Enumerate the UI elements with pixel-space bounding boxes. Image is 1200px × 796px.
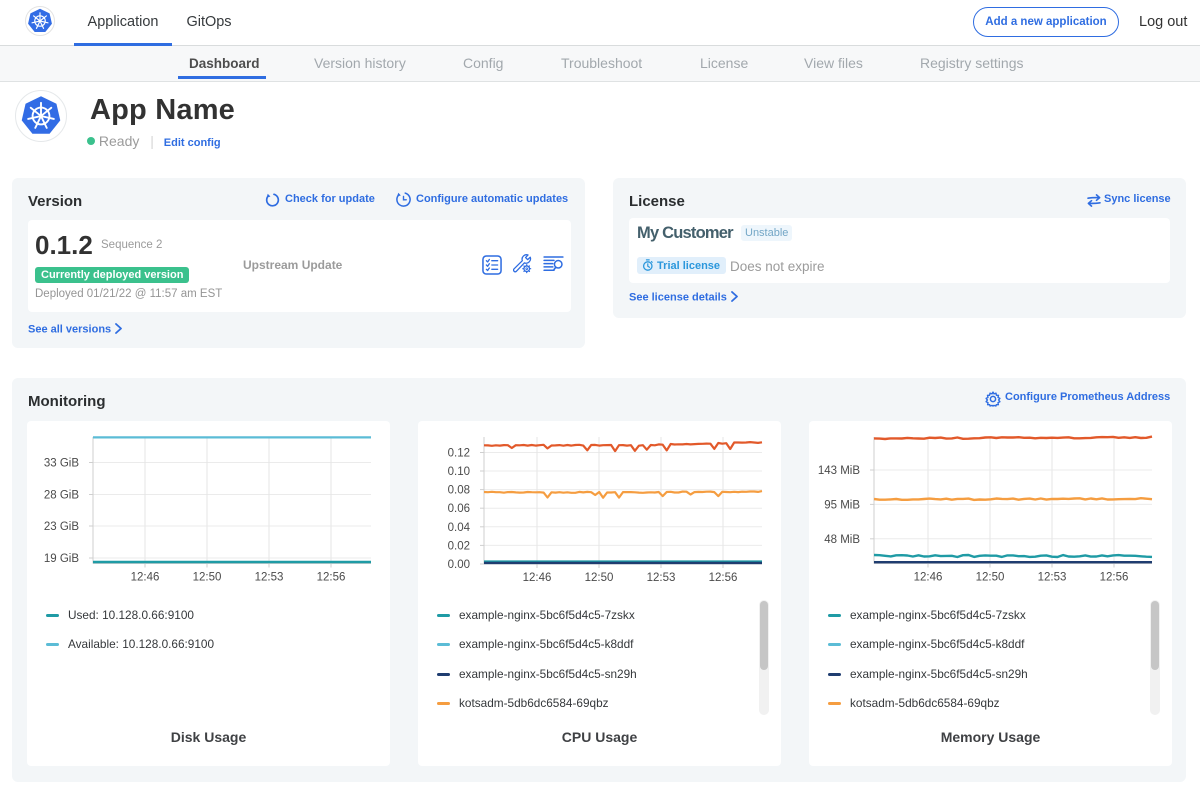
svg-text:12:56: 12:56 [709, 572, 738, 584]
svg-text:143 MiB: 143 MiB [818, 465, 861, 477]
svg-text:12:50: 12:50 [193, 572, 222, 584]
svg-text:23 GiB: 23 GiB [44, 521, 79, 533]
svg-text:12:53: 12:53 [1038, 572, 1067, 584]
svg-text:0.08: 0.08 [448, 485, 470, 497]
svg-text:95 MiB: 95 MiB [824, 499, 860, 511]
svg-text:12:50: 12:50 [976, 572, 1005, 584]
svg-text:12:50: 12:50 [585, 572, 614, 584]
svg-text:33 GiB: 33 GiB [44, 458, 79, 470]
svg-text:0.06: 0.06 [448, 503, 470, 515]
svg-text:12:46: 12:46 [914, 572, 943, 584]
svg-text:0.02: 0.02 [448, 540, 470, 552]
svg-text:0.10: 0.10 [448, 466, 470, 478]
svg-text:48 MiB: 48 MiB [824, 534, 860, 546]
svg-text:0.00: 0.00 [448, 559, 470, 571]
svg-text:12:53: 12:53 [647, 572, 676, 584]
svg-text:19 GiB: 19 GiB [44, 553, 79, 565]
svg-text:12:46: 12:46 [131, 572, 160, 584]
svg-text:12:46: 12:46 [523, 572, 552, 584]
svg-text:12:53: 12:53 [255, 572, 284, 584]
svg-text:0.12: 0.12 [448, 448, 470, 460]
svg-text:12:56: 12:56 [317, 572, 346, 584]
svg-text:0.04: 0.04 [448, 522, 471, 534]
svg-text:28 GiB: 28 GiB [44, 490, 79, 502]
svg-text:12:56: 12:56 [1100, 572, 1129, 584]
